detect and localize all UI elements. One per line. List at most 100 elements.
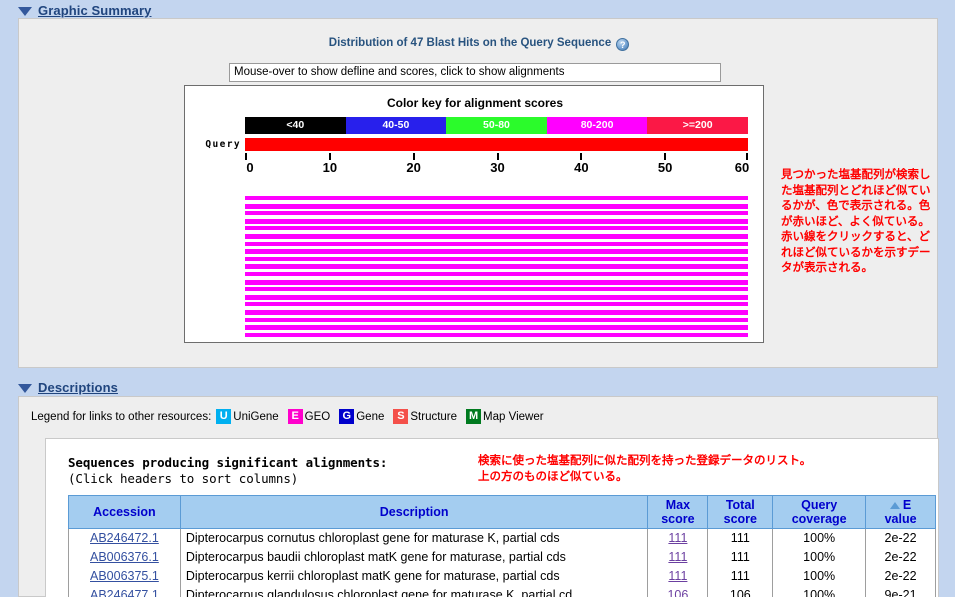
unigene-icon[interactable]: U bbox=[216, 409, 231, 424]
hit-bar[interactable] bbox=[245, 287, 748, 291]
legend-name-structure: Structure bbox=[410, 411, 457, 423]
legend-label: Legend for links to other resources: bbox=[31, 411, 211, 423]
color-key-bar: <4040-5050-8080-200>=200 bbox=[245, 117, 748, 134]
cell-max-score: 106 bbox=[648, 586, 708, 597]
section-header-graphic-summary[interactable]: Graphic Summary bbox=[18, 2, 152, 19]
column-header-e-value[interactable]: Evalue bbox=[866, 496, 936, 529]
hit-bar[interactable] bbox=[245, 325, 748, 330]
ruler-tick-0 bbox=[245, 153, 247, 160]
cell-total-score: 111 bbox=[708, 567, 773, 586]
map-viewer-icon[interactable]: M bbox=[466, 409, 481, 424]
hit-bar[interactable] bbox=[245, 272, 748, 276]
accession-link[interactable]: AB006375.1 bbox=[90, 569, 159, 583]
hit-bar[interactable] bbox=[245, 234, 748, 239]
legend-name-gene: Gene bbox=[356, 411, 384, 423]
cell-max-score: 111 bbox=[648, 567, 708, 586]
ruler-tick-30 bbox=[497, 153, 499, 160]
hit-bar[interactable] bbox=[245, 302, 748, 306]
cell-total-score: 106 bbox=[708, 586, 773, 597]
hit-bar[interactable] bbox=[245, 211, 748, 215]
color-key-title: Color key for alignment scores bbox=[185, 96, 765, 110]
cell-accession: AB246477.1 bbox=[69, 586, 181, 597]
query-bar[interactable] bbox=[245, 138, 748, 151]
ruler-label-20: 20 bbox=[406, 160, 420, 175]
color-key-segment-1: 40-50 bbox=[346, 117, 447, 134]
section-header-descriptions[interactable]: Descriptions bbox=[18, 379, 118, 396]
legend-name-unigene: UniGene bbox=[233, 411, 278, 423]
gene-icon[interactable]: G bbox=[339, 409, 354, 424]
accession-link[interactable]: AB246477.1 bbox=[90, 588, 159, 597]
hit-bar[interactable] bbox=[245, 219, 748, 224]
column-header-total-score[interactable]: Totalscore bbox=[708, 496, 773, 529]
cell-query-coverage: 100% bbox=[773, 567, 866, 586]
cell-description: Dipterocarpus baudii chloroplast matK ge… bbox=[180, 548, 648, 567]
max-score-link[interactable]: 111 bbox=[668, 531, 687, 545]
hit-bar[interactable] bbox=[245, 264, 748, 269]
accession-link[interactable]: AB246472.1 bbox=[90, 531, 159, 545]
ruler-label-60: 60 bbox=[735, 160, 749, 175]
hit-bar[interactable] bbox=[245, 204, 748, 209]
table-heading: Sequences producing significant alignmen… bbox=[68, 455, 387, 470]
descriptions-panel: Legend for links to other resources: UUn… bbox=[18, 396, 938, 597]
max-score-link[interactable]: 111 bbox=[668, 550, 687, 564]
hit-bar[interactable] bbox=[245, 257, 748, 261]
color-key-segment-0: <40 bbox=[245, 117, 346, 134]
cell-e-value: 9e-21 bbox=[866, 586, 936, 597]
cell-accession: AB006376.1 bbox=[69, 548, 181, 567]
graphic-canvas[interactable]: Color key for alignment scores <4040-505… bbox=[184, 85, 764, 343]
color-key-segment-2: 50-80 bbox=[446, 117, 547, 134]
table-header-row: Accession Description Maxscore Totalscor… bbox=[69, 496, 936, 529]
ruler-tick-40 bbox=[580, 153, 582, 160]
collapse-triangle-icon[interactable] bbox=[18, 384, 32, 393]
column-header-max-score[interactable]: Maxscore bbox=[648, 496, 708, 529]
ruler-label-50: 50 bbox=[658, 160, 672, 175]
geo-icon[interactable]: E bbox=[288, 409, 303, 424]
ruler-label-10: 10 bbox=[323, 160, 337, 175]
ruler-label-40: 40 bbox=[574, 160, 588, 175]
max-score-link[interactable]: 106 bbox=[667, 588, 688, 597]
annotation-graphic-japanese: 見つかった塩基配列が検索した塩基配列とどれほど似ているかが、色で表示される。色が… bbox=[781, 167, 941, 276]
hit-bar[interactable] bbox=[245, 333, 748, 337]
hit-bar[interactable] bbox=[245, 295, 748, 300]
position-ruler: 0102030405060 bbox=[245, 153, 748, 179]
legend-icons-group: UUniGeneEGEOGGeneSStructureMMap Viewer bbox=[216, 409, 552, 424]
hit-bar[interactable] bbox=[245, 318, 748, 322]
table-row[interactable]: AB246477.1 Dipterocarpus glandulosus chlo… bbox=[69, 586, 936, 597]
hit-bar[interactable] bbox=[245, 242, 748, 246]
cell-description: Dipterocarpus cornutus chloroplast gene … bbox=[180, 529, 648, 548]
structure-icon[interactable]: S bbox=[393, 409, 408, 424]
hit-bar[interactable] bbox=[245, 196, 748, 200]
ruler-tick-60 bbox=[746, 153, 748, 160]
mouseover-hint-box: Mouse-over to show defline and scores, c… bbox=[229, 63, 721, 82]
cell-description: Dipterocarpus glandulosus chloroplast ge… bbox=[180, 586, 648, 597]
sort-ascending-icon[interactable] bbox=[890, 502, 900, 509]
ruler-tick-50 bbox=[664, 153, 666, 160]
accession-link[interactable]: AB006376.1 bbox=[90, 550, 159, 564]
cell-e-value: 2e-22 bbox=[866, 548, 936, 567]
cell-max-score: 111 bbox=[648, 529, 708, 548]
hit-bar[interactable] bbox=[245, 310, 748, 315]
column-header-description[interactable]: Description bbox=[180, 496, 648, 529]
cell-accession: AB246472.1 bbox=[69, 529, 181, 548]
section-title-descriptions: Descriptions bbox=[38, 380, 118, 395]
table-row[interactable]: AB246472.1 Dipterocarpus cornutus chlorop… bbox=[69, 529, 936, 548]
table-row[interactable]: AB006375.1Dipterocarpus kerrii chloropla… bbox=[69, 567, 936, 586]
help-circle-icon[interactable]: ? bbox=[616, 38, 629, 51]
graphic-summary-panel: Distribution of 47 Blast Hits on the Que… bbox=[18, 18, 938, 368]
cell-accession: AB006375.1 bbox=[69, 567, 181, 586]
query-label: Query bbox=[191, 139, 241, 150]
resource-legend: Legend for links to other resources: UUn… bbox=[31, 409, 553, 424]
table-row[interactable]: AB006376.1 Dipterocarpus baudii chloropla… bbox=[69, 548, 936, 567]
hit-bar[interactable] bbox=[245, 226, 748, 230]
section-title-graphic-summary: Graphic Summary bbox=[38, 3, 152, 18]
hit-bar[interactable] bbox=[245, 249, 748, 254]
cell-e-value: 2e-22 bbox=[866, 567, 936, 586]
ruler-tick-20 bbox=[413, 153, 415, 160]
collapse-triangle-icon[interactable] bbox=[18, 7, 32, 16]
column-header-query-coverage[interactable]: Querycoverage bbox=[773, 496, 866, 529]
legend-name-geo: GEO bbox=[305, 411, 331, 423]
column-header-accession[interactable]: Accession bbox=[69, 496, 181, 529]
max-score-link[interactable]: 111 bbox=[668, 569, 687, 583]
results-table-card: Sequences producing significant alignmen… bbox=[45, 438, 939, 597]
hit-bar[interactable] bbox=[245, 280, 748, 285]
